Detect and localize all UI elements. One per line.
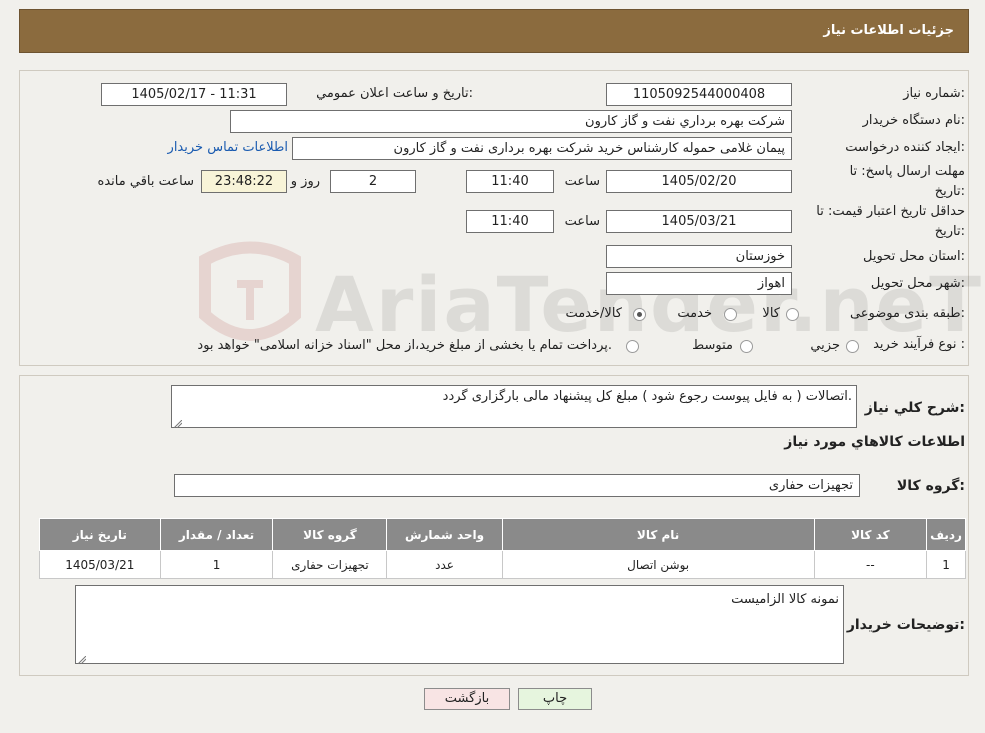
process-option-small-label: جزيي [810, 338, 840, 353]
category-label: طبقه بندی موضوعی: [849, 306, 965, 321]
deadline-time-field: 11:40 [466, 170, 554, 193]
print-button[interactable]: چاپ [518, 688, 592, 710]
buyer-org-label: نام دستگاه خريدار: [862, 113, 965, 128]
page-title: جزئیات اطلاعات نیاز [823, 23, 954, 38]
validity-time-label: ساعت [564, 214, 600, 229]
city-label: شهر محل تحويل: [870, 276, 965, 291]
category-option-service-radio[interactable] [724, 308, 737, 321]
buyer-notes-label: توضيحات خريدار: [846, 617, 965, 633]
category-option-goods-label: كالا [762, 306, 780, 321]
goods-group-label: گروه كالا: [896, 478, 965, 494]
col-unit: واحد شمارش [386, 518, 503, 551]
back-button[interactable]: بازگشت [424, 688, 510, 710]
category-option-both-label: كالا/خدمت [565, 306, 622, 321]
deadline-label-line1: مهلت ارسال پاسخ: تا [849, 164, 965, 179]
resize-handle-icon[interactable] [173, 417, 183, 429]
creator-field: پیمان غلامی حموله کارشناس خرید شرکت بهره… [292, 137, 792, 160]
announce-label: تاريخ و ساعت اعلان عمومي: [316, 86, 473, 101]
deadline-date-field: 1405/02/20 [606, 170, 792, 193]
col-need-date: تاريخ نياز [39, 518, 161, 551]
validity-date-field: 1405/03/21 [606, 210, 792, 233]
resize-handle-icon[interactable] [77, 653, 87, 665]
goods-table: تاريخ نياز تعداد / مقدار گروه كالا واحد … [39, 518, 966, 579]
need-number-field: 1105092544000408 [606, 83, 792, 106]
need-number-label: شماره نیاز: [903, 86, 965, 101]
days-label: روز و [290, 174, 320, 189]
goods-group-field: تجهیزات حفاری [174, 474, 860, 497]
cell-goods-group: تجهیزات حفاری [272, 550, 388, 579]
days-field: 2 [330, 170, 416, 193]
creator-label: ايجاد كننده درخواست: [845, 140, 965, 155]
summary-label: شرح كلي نياز: [864, 400, 965, 416]
cell-goods-name: بوشن اتصال [501, 550, 815, 579]
cell-goods-code: -- [813, 550, 928, 579]
buyer-org-field: شركت بهره برداري نفت و گاز كارون [230, 110, 792, 133]
announce-field: 1405/02/17 - 11:31 [101, 83, 287, 106]
buyer-notes-textarea[interactable]: نمونه کالا الزامیست [75, 585, 844, 665]
table-row: 1405/03/21 1 تجهیزات حفاری عدد بوشن اتصا… [39, 550, 966, 579]
page-header: جزئیات اطلاعات نیاز [19, 9, 969, 53]
col-goods-group: گروه كالا [272, 518, 388, 551]
province-field: خوزستان [606, 245, 792, 268]
cell-row-number: 1 [926, 550, 966, 579]
deadline-label-line2: تاريخ: [934, 184, 965, 199]
process-label: نوع فرآيند خريد : [873, 337, 965, 352]
buyer-notes-text: نمونه کالا الزامیست [731, 592, 839, 607]
cell-need-date: 1405/03/21 [39, 550, 161, 579]
process-option-medium-radio[interactable] [740, 340, 753, 353]
summary-text: اتصالات ( به فایل پیوست رجوع شود ) مبلغ … [442, 389, 852, 404]
col-row-number: رديف [926, 518, 966, 551]
category-option-both-radio[interactable] [633, 308, 646, 321]
process-option-treasury-checkbox[interactable] [626, 340, 639, 353]
remaining-label: ساعت باقي مانده [97, 174, 194, 189]
validity-time-field: 11:40 [466, 210, 554, 233]
summary-textarea[interactable]: اتصالات ( به فایل پیوست رجوع شود ) مبلغ … [171, 385, 857, 429]
city-field: اهواز [606, 272, 792, 295]
cell-quantity: 1 [159, 550, 274, 579]
process-note: پرداخت تمام يا بخشی از مبلغ خريد،از محل … [197, 338, 612, 353]
col-goods-name: نام كالا [501, 518, 815, 551]
process-option-small-radio[interactable] [846, 340, 859, 353]
category-option-service-label: خدمت [677, 306, 712, 321]
goods-table-header-row: تاريخ نياز تعداد / مقدار گروه كالا واحد … [39, 518, 966, 551]
category-option-goods-radio[interactable] [786, 308, 799, 321]
deadline-time-label: ساعت [564, 174, 600, 189]
process-option-medium-label: متوسط [692, 338, 733, 353]
validity-label-line1: حداقل تاريخ اعتبار قيمت: تا [816, 204, 965, 219]
province-label: استان محل تحويل: [863, 249, 965, 264]
col-quantity: تعداد / مقدار [159, 518, 274, 551]
remaining-time-field: 23:48:22 [201, 170, 287, 193]
cell-unit: عدد [386, 550, 503, 579]
goods-heading: اطلاعات كالاهاي مورد نياز [784, 434, 965, 450]
validity-label-line2: تاريخ: [934, 224, 965, 239]
col-goods-code: كد كالا [813, 518, 928, 551]
buyer-contact-link[interactable]: اطلاعات تماس خريدار [168, 140, 288, 155]
